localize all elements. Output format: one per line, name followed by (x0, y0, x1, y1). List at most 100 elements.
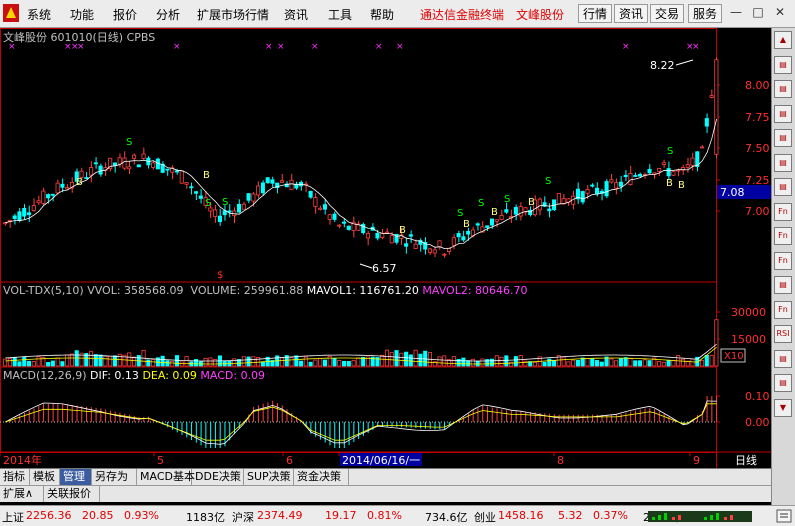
toolbar-icon4-icon[interactable]: ▤ (774, 129, 792, 147)
buy-signal: B (399, 225, 406, 236)
volume-bar (628, 358, 633, 367)
volume-bar (308, 361, 313, 367)
menu-help[interactable]: 帮助 (370, 6, 394, 23)
volume-bar (194, 359, 199, 367)
sh-change: 20.85 (82, 509, 114, 522)
menu-extended-market[interactable]: 扩展市场行情 (197, 6, 269, 23)
volume-bar (318, 357, 323, 367)
button-trade[interactable]: 交易 (650, 4, 685, 23)
tab-related-quote[interactable]: 关联报价 (44, 486, 100, 502)
button-service[interactable]: 服务 (688, 4, 723, 23)
menu-system[interactable]: 系统 (27, 6, 51, 23)
candle-body (580, 191, 585, 203)
volume-bar (346, 361, 351, 367)
menu-news[interactable]: 资讯 (284, 6, 308, 23)
candle-body (657, 168, 662, 172)
candle-body (561, 198, 566, 205)
volume-bar (17, 361, 22, 367)
buy-signal: B (76, 177, 83, 188)
button-quote[interactable]: 行情 (578, 4, 613, 23)
minimize-icon[interactable]: — (728, 5, 744, 21)
status-menu-icon[interactable] (776, 509, 792, 523)
price-tick-label: 7.75 (745, 111, 770, 124)
tab-indicator[interactable]: 指标 (0, 469, 30, 485)
candle-body (594, 187, 600, 195)
right-toolbar: ▲ ▤ ▤ ▤ ▤ ▤ ▤ Fn Fn Fn ▤ Fn RSI ▤ ▤ ▼ (771, 28, 795, 505)
candle-body (84, 177, 89, 179)
ad-tdx-terminal[interactable]: 通达信金融终端 (420, 6, 504, 23)
toolbar-Fn-icon[interactable]: Fn (774, 300, 792, 319)
tab-dde[interactable]: DDE决策 (192, 469, 244, 485)
toolbar-Fn-icon[interactable]: Fn (774, 227, 792, 245)
candle-body (671, 171, 676, 176)
toolbar-icon5-icon[interactable]: ▤ (774, 153, 792, 172)
toolbar-icon-icon[interactable]: ▤ (774, 349, 792, 368)
volume-bar (146, 359, 151, 367)
toolbar-icon-icon[interactable]: ▤ (774, 374, 792, 392)
buy-signal: B (203, 170, 210, 181)
toolbar-icon2-icon[interactable]: ▤ (774, 80, 792, 98)
chart-title: 文峰股份 601010(日线) CPBS (3, 31, 156, 44)
toolbar-down-arrow-icon[interactable]: ▼ (774, 398, 792, 417)
toolbar-Fn-icon[interactable]: Fn (774, 202, 792, 221)
volume-bar (585, 358, 590, 367)
volume-bar (633, 360, 638, 367)
volume-bar (480, 358, 485, 367)
candle-body (136, 164, 141, 168)
volume-bar (260, 361, 265, 367)
volume-bar (179, 361, 184, 367)
volume-bar (65, 354, 70, 367)
tab-fund[interactable]: 资金决策 (294, 469, 349, 485)
candle-body (451, 237, 456, 246)
candle-body (380, 232, 385, 238)
toolbar-icon6-icon[interactable]: ▤ (774, 178, 792, 196)
dif-value: DIF: 0.13 (90, 369, 139, 382)
toolbar-Fn-icon[interactable]: Fn (774, 251, 792, 270)
candle-body (466, 230, 471, 235)
maximize-icon[interactable]: □ (750, 5, 766, 21)
volume-bar (594, 360, 600, 367)
sh-name: 上证 (2, 511, 24, 524)
volume-bar (7, 358, 12, 367)
menu-tools[interactable]: 工具 (328, 6, 352, 23)
ad-wenfeng[interactable]: 文峰股份 (516, 6, 564, 23)
tab-macd-basic[interactable]: MACD基本 (137, 469, 195, 485)
dif-line (5, 400, 717, 445)
sell-signal: S (126, 137, 132, 148)
tab-sup[interactable]: SUP决策 (244, 469, 294, 485)
candle-body (141, 153, 146, 159)
tab-manage[interactable]: 管理 (60, 469, 92, 485)
tab-extend[interactable]: 扩展∧ (0, 486, 44, 502)
toolbar-icon-icon[interactable]: ▤ (774, 276, 792, 294)
toolbar-up-arrow-icon[interactable]: ▲ (774, 31, 792, 49)
button-news[interactable]: 资讯 (614, 4, 649, 23)
toolbar-icon3-icon[interactable]: ▤ (774, 104, 792, 123)
volume-bar (303, 356, 308, 367)
volume-bar (332, 357, 337, 367)
tab-template[interactable]: 模板 (30, 469, 60, 485)
candle-body (22, 207, 27, 217)
stock-chart[interactable]: 8.226.57SS SSS SSSBBBBBBB B× × ×× × × × × × × × ××$ 8… (0, 28, 771, 468)
candle-body (475, 223, 480, 226)
candle-body (408, 234, 413, 237)
close-icon[interactable]: ✕ (772, 5, 788, 21)
candle-body (222, 210, 227, 216)
candle-body (442, 253, 447, 256)
volume-bar (93, 354, 98, 367)
menu-function[interactable]: 功能 (70, 6, 94, 23)
toolbar-icon1-icon[interactable]: ▤ (774, 55, 792, 74)
cy-pct: 0.37% (593, 509, 628, 522)
menu-quote[interactable]: 报价 (113, 6, 137, 23)
tab-save-as[interactable]: 另存为 (92, 469, 137, 485)
app-logo-icon (3, 4, 19, 22)
candle-body (375, 233, 380, 239)
candle-body (614, 182, 619, 189)
volume-bar (384, 349, 390, 367)
volume-bar (246, 356, 251, 367)
volume-bar (609, 358, 614, 367)
toolbar-RSI-icon[interactable]: RSI (774, 325, 792, 343)
menu-analysis[interactable]: 分析 (156, 6, 180, 23)
high-price-pointer (675, 59, 694, 66)
event-marker: × (173, 42, 181, 52)
volume-bar (442, 355, 447, 367)
